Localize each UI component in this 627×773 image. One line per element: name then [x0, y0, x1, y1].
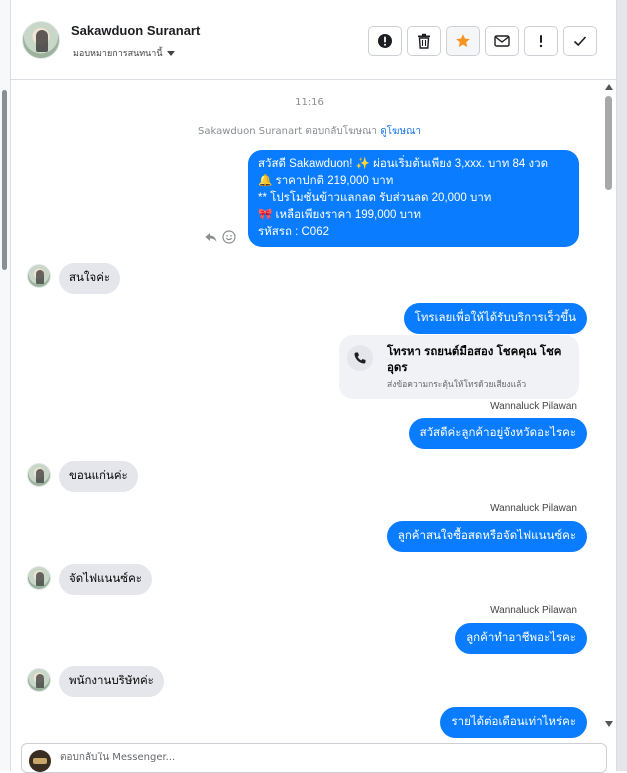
reply-icon[interactable] — [204, 230, 218, 244]
emoji-react-icon[interactable] — [222, 230, 236, 244]
outgoing-message[interactable]: รายได้ต่อเดือนเท่าไหร่คะ — [440, 707, 587, 738]
call-request-card[interactable]: โทรหา รถยนต์มือสอง โชคคุณ โชค อุดร ส่งข้… — [339, 335, 579, 399]
app-frame: Sakawduon Suranart มอบหมายการสนทนานี้ 11… — [0, 0, 627, 773]
call-card-title: โทรหา รถยนต์มือสอง โชคคุณ โชค อุดร — [387, 346, 562, 374]
conversation-header: Sakawduon Suranart มอบหมายการสนทนานี้ — [11, 0, 616, 80]
conversation-panel: Sakawduon Suranart มอบหมายการสนทนานี้ 11… — [10, 0, 617, 773]
scroll-up-arrow-icon[interactable] — [605, 84, 613, 90]
phone-icon — [347, 345, 373, 371]
left-scroll-track — [0, 0, 10, 771]
exclamation-icon — [539, 35, 543, 48]
envelope-icon — [494, 35, 510, 47]
promo-message-bubble[interactable]: สวัสดี Sakawduon! ✨ ผ่อนเริ่มต้นเพียง 3,… — [248, 150, 579, 247]
star-button[interactable] — [446, 26, 480, 56]
reply-input[interactable] — [60, 752, 580, 763]
follow-up-button[interactable] — [524, 26, 558, 56]
page-avatar — [29, 750, 51, 772]
assign-conversation-dropdown[interactable]: มอบหมายการสนทนานี้ — [73, 46, 175, 60]
sender-name: Wannaluck Pilawan — [490, 503, 577, 514]
trash-icon — [418, 33, 430, 49]
outgoing-message[interactable]: โทรเลยเพื่อให้ได้รับบริการเร็วขึ้น — [403, 303, 587, 334]
sender-name: Wannaluck Pilawan — [490, 605, 577, 616]
mark-unread-button[interactable] — [485, 26, 519, 56]
ad-reply-text: Sakawduon Suranart ตอบกลับโฆษณา — [198, 126, 377, 137]
exclamation-circle-icon — [378, 34, 392, 48]
outgoing-message[interactable]: สวัสดีค่ะลูกค้าอยู่จังหวัดอะไรคะ — [408, 418, 587, 449]
chevron-down-icon — [166, 50, 175, 56]
promo-line: 🎀 เหลือเพียงราคา 199,000 บาท — [258, 209, 421, 221]
contact-avatar-small — [27, 668, 51, 692]
promo-line: สวัสดี Sakawduon! ✨ ผ่อนเริ่มต้นเพียง 3,… — [258, 158, 549, 170]
promo-line: รหัสรถ : C062 — [258, 226, 329, 238]
right-edge — [617, 0, 627, 771]
outgoing-message[interactable]: ลูกค้าทำอาชีพอะไรคะ — [455, 623, 587, 654]
contact-avatar-small — [27, 566, 51, 590]
message-scrollbar[interactable] — [603, 82, 616, 732]
ad-reply-note: Sakawduon Suranart ตอบกลับโฆษณา ดูโฆษณา — [11, 124, 608, 139]
incoming-message[interactable]: พนักงานบริษัทค่ะ — [59, 666, 164, 697]
message-actions — [204, 230, 236, 244]
mark-spam-button[interactable] — [368, 26, 402, 56]
contact-avatar[interactable] — [22, 21, 60, 59]
assign-label: มอบหมายการสนทนานี้ — [73, 49, 163, 59]
message-composer — [21, 743, 607, 773]
promo-line: ** โปรโมชั่นข้าวแลกลด รับส่วนลด 20,000 บ… — [258, 192, 492, 204]
sender-name: Wannaluck Pilawan — [490, 401, 577, 412]
incoming-message[interactable]: สนใจค่ะ — [59, 263, 121, 294]
mark-done-button[interactable] — [563, 26, 597, 56]
promo-line: 🔔 ราคาปกติ 219,000 บาท — [258, 175, 394, 187]
incoming-message[interactable]: จัดไฟแนนซ์คะ — [59, 564, 152, 595]
incoming-message[interactable]: ขอนแก่นค่ะ — [59, 461, 138, 492]
scrollbar-thumb[interactable] — [605, 96, 612, 190]
header-actions — [368, 26, 597, 56]
contact-avatar-small — [27, 264, 51, 288]
outgoing-message[interactable]: ลูกค้าสนใจซื้อสดหรือจัดไฟแนนซ์คะ — [386, 521, 587, 552]
message-timestamp: 11:16 — [295, 97, 324, 108]
scroll-down-arrow-icon[interactable] — [605, 721, 613, 727]
delete-button[interactable] — [407, 26, 441, 56]
left-scrollbar-thumb[interactable] — [2, 90, 7, 270]
view-ad-link[interactable]: ดูโฆษณา — [380, 126, 421, 137]
contact-avatar-small — [27, 463, 51, 487]
contact-name[interactable]: Sakawduon Suranart — [71, 23, 200, 38]
call-card-subtitle: ส่งข้อความกระตุ้นให้โทรด้วยเสียงแล้ว — [387, 380, 527, 390]
check-icon — [573, 36, 587, 47]
star-icon — [456, 34, 470, 47]
